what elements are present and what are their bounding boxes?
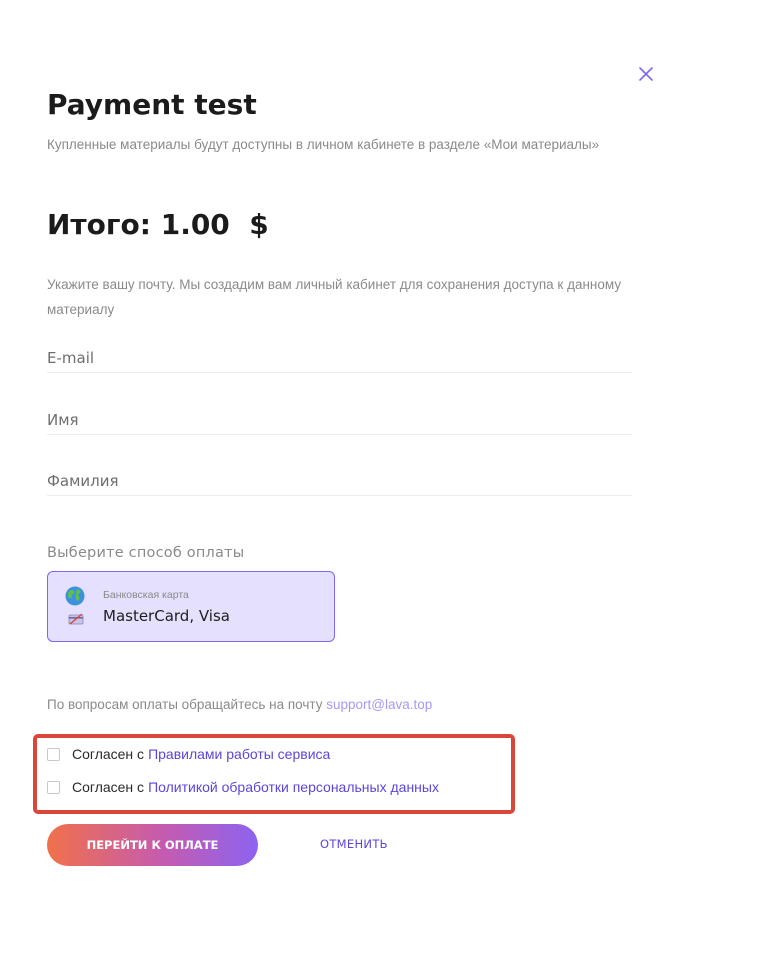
- close-icon: [639, 67, 653, 81]
- cancel-button[interactable]: ОТМЕНИТЬ: [320, 837, 388, 851]
- consent-rules-prefix: Согласен с: [72, 746, 145, 762]
- proceed-to-payment-button[interactable]: ПЕРЕЙТИ К ОПЛАТЕ: [47, 824, 258, 866]
- close-button[interactable]: [636, 64, 656, 84]
- consent-privacy-prefix: Согласен с: [72, 779, 145, 795]
- total-amount: Итого: 1.00 $: [47, 208, 269, 241]
- last-name-field[interactable]: [47, 466, 632, 496]
- payment-method-brands: MasterCard, Visa: [103, 607, 230, 625]
- globe-icon: [65, 586, 85, 606]
- support-text: По вопросам оплаты обращайтесь на почту …: [47, 697, 432, 712]
- consent-privacy[interactable]: Согласен с Политикой обработки персональ…: [47, 779, 439, 795]
- modal-title: Payment test: [47, 88, 257, 121]
- support-email-link[interactable]: support@lava.top: [326, 697, 432, 712]
- payment-method-label: Выберите способ оплаты: [47, 545, 245, 561]
- support-label: По вопросам оплаты обращайтесь на почту: [47, 697, 327, 712]
- email-note: Укажите вашу почту. Мы создадим вам личн…: [47, 277, 622, 317]
- consent-rules-checkbox[interactable]: [47, 747, 60, 761]
- privacy-policy-link[interactable]: Политикой обработки персональных данных: [148, 779, 439, 795]
- payment-method-type: Банковская карта: [103, 589, 189, 601]
- rules-link[interactable]: Правилами работы сервиса: [148, 746, 330, 762]
- consent-rules[interactable]: Согласен с Правилами работы сервиса: [47, 746, 330, 762]
- first-name-field[interactable]: [47, 405, 632, 435]
- payment-method-card[interactable]: Банковская карта MasterCard, Visa: [47, 571, 335, 642]
- card-icon: [68, 613, 84, 625]
- consent-privacy-checkbox[interactable]: [47, 780, 60, 794]
- email-field[interactable]: [47, 343, 632, 373]
- modal-subtitle: Купленные материалы будут доступны в лич…: [47, 137, 600, 152]
